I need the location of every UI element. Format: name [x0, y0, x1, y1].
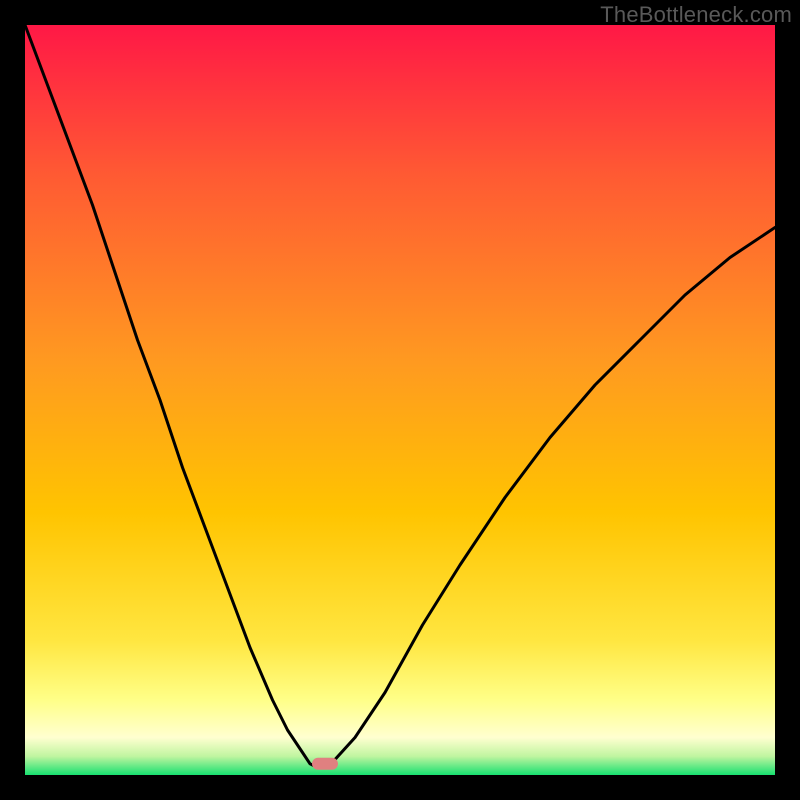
chart-frame: TheBottleneck.com: [0, 0, 800, 800]
chart-svg: [25, 25, 775, 775]
minimum-marker: [312, 758, 338, 770]
plot-area: [25, 25, 775, 775]
